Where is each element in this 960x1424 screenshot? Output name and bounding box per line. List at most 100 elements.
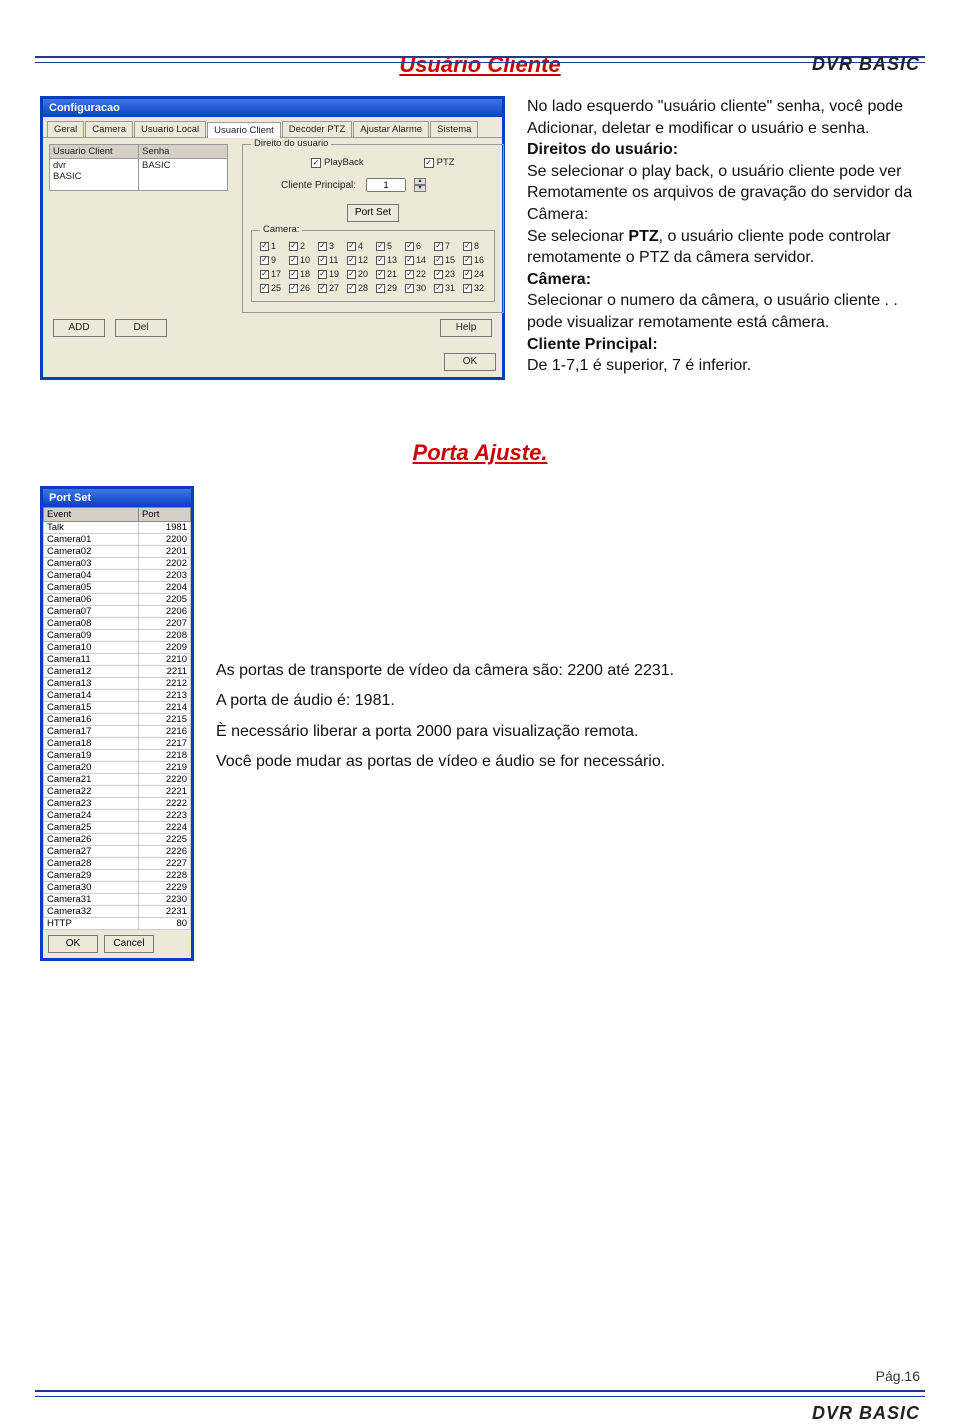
port-col-event[interactable]: Event xyxy=(44,508,139,522)
camera-checkbox-22[interactable]: ✓22 xyxy=(405,269,428,279)
camera-checkbox-21[interactable]: ✓21 xyxy=(376,269,399,279)
port-row[interactable]: HTTP80 xyxy=(44,918,191,930)
port-row[interactable]: Camera212220 xyxy=(44,774,191,786)
port-row[interactable]: Camera152214 xyxy=(44,702,191,714)
camera-checkbox-6[interactable]: ✓6 xyxy=(405,241,428,251)
camera-checkbox-25[interactable]: ✓25 xyxy=(260,283,283,293)
camera-checkbox-27[interactable]: ✓27 xyxy=(318,283,341,293)
camera-checkbox-3[interactable]: ✓3 xyxy=(318,241,341,251)
port-row[interactable]: Camera132212 xyxy=(44,678,191,690)
port-row[interactable]: Talk1981 xyxy=(44,522,191,534)
help-button[interactable]: Help xyxy=(440,319,492,337)
port-row[interactable]: Camera222221 xyxy=(44,786,191,798)
port-row[interactable]: Camera092208 xyxy=(44,630,191,642)
port-row[interactable]: Camera282227 xyxy=(44,858,191,870)
client-principal-input[interactable] xyxy=(366,178,406,192)
port-row[interactable]: Camera082207 xyxy=(44,618,191,630)
camera-checkbox-10[interactable]: ✓10 xyxy=(289,255,312,265)
camera-checkbox-9[interactable]: ✓9 xyxy=(260,255,283,265)
playback-checkbox[interactable]: ✓PlayBack xyxy=(311,157,364,168)
camera-checkbox-17[interactable]: ✓17 xyxy=(260,269,283,279)
camera-checkbox-32[interactable]: ✓32 xyxy=(463,283,486,293)
camera-checkbox-29[interactable]: ✓29 xyxy=(376,283,399,293)
tab-camera[interactable]: Camera xyxy=(85,121,133,137)
port-row[interactable]: Camera112210 xyxy=(44,654,191,666)
port-row[interactable]: Camera232222 xyxy=(44,798,191,810)
section1-description: No lado esquerdo "usuário cliente" senha… xyxy=(527,96,920,377)
camera-checkbox-8[interactable]: ✓8 xyxy=(463,241,486,251)
camera-checkbox-19[interactable]: ✓19 xyxy=(318,269,341,279)
port-row[interactable]: Camera142213 xyxy=(44,690,191,702)
camera-checkbox-13[interactable]: ✓13 xyxy=(376,255,399,265)
camera-checkbox-23[interactable]: ✓23 xyxy=(434,269,457,279)
port-row[interactable]: Camera032202 xyxy=(44,558,191,570)
port-row[interactable]: Camera252224 xyxy=(44,822,191,834)
port-row[interactable]: Camera202219 xyxy=(44,762,191,774)
port-row[interactable]: Camera292228 xyxy=(44,870,191,882)
camera-checkbox-16[interactable]: ✓16 xyxy=(463,255,486,265)
page-number: Pág.16 xyxy=(876,1368,920,1384)
list-header-user: Usuario Client xyxy=(49,144,139,159)
port-row[interactable]: Camera242223 xyxy=(44,810,191,822)
footer-rule xyxy=(35,1386,925,1410)
camera-checkbox-30[interactable]: ✓30 xyxy=(405,283,428,293)
config-titlebar: Configuracao xyxy=(43,99,502,117)
port-row[interactable]: Camera182217 xyxy=(44,738,191,750)
camera-checkbox-26[interactable]: ✓26 xyxy=(289,283,312,293)
port-row[interactable]: Camera012200 xyxy=(44,534,191,546)
add-button[interactable]: ADD xyxy=(53,319,105,337)
port-row[interactable]: Camera042203 xyxy=(44,570,191,582)
port-row[interactable]: Camera052204 xyxy=(44,582,191,594)
section-title-porta-ajuste: Porta Ajuste. xyxy=(0,440,960,466)
port-row[interactable]: Camera302229 xyxy=(44,882,191,894)
port-set-button[interactable]: Port Set xyxy=(347,204,399,222)
camera-checkbox-28[interactable]: ✓28 xyxy=(347,283,370,293)
camera-checkbox-31[interactable]: ✓31 xyxy=(434,283,457,293)
port-row[interactable]: Camera122211 xyxy=(44,666,191,678)
camera-checkbox-20[interactable]: ✓20 xyxy=(347,269,370,279)
camera-checkbox-18[interactable]: ✓18 xyxy=(289,269,312,279)
port-row[interactable]: Camera262225 xyxy=(44,834,191,846)
header-brand: DVR BASIC xyxy=(812,54,920,75)
port-col-port[interactable]: Port xyxy=(138,508,190,522)
port-row[interactable]: Camera322231 xyxy=(44,906,191,918)
camera-legend: Camera: xyxy=(260,224,302,235)
camera-checkbox-24[interactable]: ✓24 xyxy=(463,269,486,279)
tab-decoder-ptz[interactable]: Decoder PTZ xyxy=(282,121,353,137)
header-rule xyxy=(35,52,925,76)
camera-checkbox-14[interactable]: ✓14 xyxy=(405,255,428,265)
tab-usuario-local[interactable]: Usuario Local xyxy=(134,121,206,137)
list-cell-user[interactable]: dvr BASIC xyxy=(49,159,139,191)
portset-ok-button[interactable]: OK xyxy=(48,935,98,953)
portset-window: Port Set Event Port Talk1981Camera012200… xyxy=(40,486,194,961)
del-button[interactable]: Del xyxy=(115,319,167,337)
port-row[interactable]: Camera162215 xyxy=(44,714,191,726)
camera-checkbox-12[interactable]: ✓12 xyxy=(347,255,370,265)
port-row[interactable]: Camera022201 xyxy=(44,546,191,558)
tab-usuario-client[interactable]: Usuario Client xyxy=(207,122,281,138)
camera-checkbox-7[interactable]: ✓7 xyxy=(434,241,457,251)
port-row[interactable]: Camera192218 xyxy=(44,750,191,762)
client-principal-spinner[interactable]: ▴▾ xyxy=(414,178,426,192)
ok-button[interactable]: OK xyxy=(444,353,496,371)
port-row[interactable]: Camera312230 xyxy=(44,894,191,906)
port-row[interactable]: Camera272226 xyxy=(44,846,191,858)
ptz-checkbox[interactable]: ✓PTZ xyxy=(424,157,455,168)
section2-description: As portas de transporte de vídeo da câme… xyxy=(216,486,920,778)
tab-sistema[interactable]: Sistema xyxy=(430,121,478,137)
camera-checkbox-5[interactable]: ✓5 xyxy=(376,241,399,251)
config-tabstrip: GeralCameraUsuario LocalUsuario ClientDe… xyxy=(43,117,502,138)
portset-cancel-button[interactable]: Cancel xyxy=(104,935,154,953)
camera-checkbox-1[interactable]: ✓1 xyxy=(260,241,283,251)
port-row[interactable]: Camera072206 xyxy=(44,606,191,618)
port-row[interactable]: Camera172216 xyxy=(44,726,191,738)
camera-checkbox-15[interactable]: ✓15 xyxy=(434,255,457,265)
tab-ajustar-alarme[interactable]: Ajustar Alarme xyxy=(353,121,429,137)
port-row[interactable]: Camera102209 xyxy=(44,642,191,654)
camera-checkbox-11[interactable]: ✓11 xyxy=(318,255,341,265)
list-cell-pass[interactable]: BASIC xyxy=(138,159,228,191)
camera-checkbox-4[interactable]: ✓4 xyxy=(347,241,370,251)
tab-geral[interactable]: Geral xyxy=(47,121,84,137)
camera-checkbox-2[interactable]: ✓2 xyxy=(289,241,312,251)
port-row[interactable]: Camera062205 xyxy=(44,594,191,606)
